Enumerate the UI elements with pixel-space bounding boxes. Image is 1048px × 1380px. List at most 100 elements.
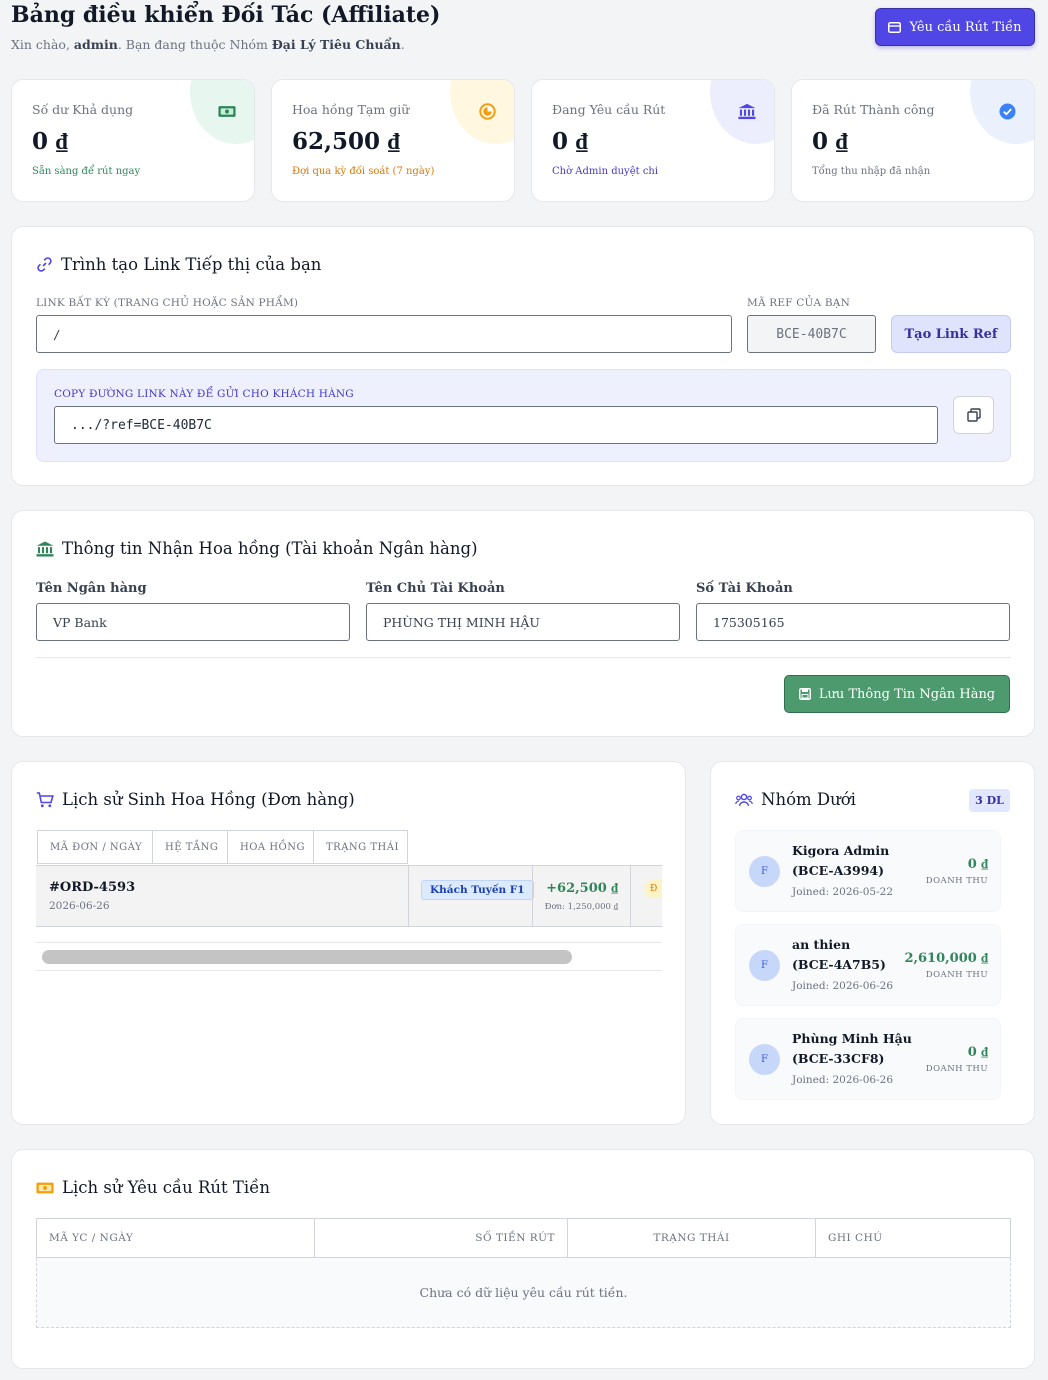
commission-table-scroll[interactable]: MÃ ĐƠN / NGÀY HỆ TẦNG HOA HỒNG TRẠNG THÁ… <box>36 830 662 980</box>
member-name: an thien (BCE-4A7B5) <box>792 937 886 972</box>
save-icon <box>798 688 811 700</box>
create-ref-link-button[interactable]: Tạo Link Ref <box>891 315 1011 353</box>
revenue-label: DOANH THU <box>925 970 988 980</box>
stat-value: 0 ₫ <box>552 128 588 155</box>
team-member[interactable]: F an thien (BCE-4A7B5) Joined: 2026-06-2… <box>735 924 1001 1006</box>
empty-state: Chưa có dữ liệu yêu cầu rút tiền. <box>36 1258 1011 1328</box>
scrollbar-thumb[interactable] <box>42 950 572 964</box>
cash-icon <box>218 102 236 120</box>
stat-value: 0 ₫ <box>812 128 848 155</box>
check-circle-icon <box>998 102 1016 120</box>
copy-icon <box>966 408 981 422</box>
bank-name-input[interactable]: VP Bank <box>36 603 350 641</box>
stat-card-available: Số dư Khả dụng 0 ₫ Sẵn sàng để rút ngay <box>11 79 255 202</box>
link-builder-card: Trình tạo Link Tiếp thị của bạn LINK BẤT… <box>11 226 1035 486</box>
save-bank-info-button[interactable]: Lưu Thông Tin Ngân Hàng <box>784 675 1010 713</box>
ref-code-field: BCE-40B7C <box>747 315 876 353</box>
stat-note: Sẵn sàng để rút ngay <box>32 166 141 177</box>
member-revenue: 0 ₫ <box>967 857 988 872</box>
column-header: TRẠNG THÁI <box>313 830 408 864</box>
column-header: SỐ TIỀN RÚT <box>314 1218 568 1258</box>
stat-note: Tổng thu nhập đã nhận <box>812 166 931 177</box>
withdraw-request-label: Yêu cầu Rút Tiền <box>909 19 1022 35</box>
team-member[interactable]: F Phùng Minh Hậu (BCE-33CF8) Joined: 202… <box>735 1018 1001 1100</box>
bank-icon <box>36 540 54 557</box>
status-badge: Đ <box>644 880 662 898</box>
withdraw-history-card: Lịch sử Yêu cầu Rút Tiền MÃ YC / NGÀY SỐ… <box>11 1149 1035 1369</box>
withdraw-request-button[interactable]: Yêu cầu Rút Tiền <box>875 8 1035 46</box>
any-link-input[interactable]: / <box>36 315 732 353</box>
revenue-label: DOANH THU <box>925 876 988 886</box>
account-holder-label: Tên Chủ Tài Khoản <box>366 581 505 596</box>
stat-card-pending: Hoa hồng Tạm giữ 62,500 ₫ Đợi qua kỳ đối… <box>271 79 515 202</box>
generated-link-box: COPY ĐƯỜNG LINK NÀY ĐỂ GỬI CHO KHÁCH HÀN… <box>36 369 1011 462</box>
avatar: F <box>749 950 780 981</box>
avatar: F <box>749 856 780 887</box>
stat-value: 0 ₫ <box>32 128 68 155</box>
order-date: 2026-06-26 <box>49 900 110 912</box>
clock-icon <box>478 102 496 120</box>
order-id: #ORD-4593 <box>49 880 136 895</box>
stat-label: Số dư Khả dụng <box>32 102 134 117</box>
member-name: Phùng Minh Hậu (BCE-33CF8) <box>792 1031 912 1066</box>
column-header: GHI CHÚ <box>815 1218 1011 1258</box>
page-title: Bảng điều khiển Đối Tác (Affiliate) <box>11 2 441 28</box>
stat-value: 62,500 ₫ <box>292 128 400 155</box>
member-name: Kigora Admin (BCE-A3994) <box>792 843 890 878</box>
team-card: Nhóm Dưới 3 DL F Kigora Admin (BCE-A3994… <box>710 761 1035 1125</box>
cash-icon <box>36 1182 54 1193</box>
any-link-label: LINK BẤT KỲ (TRANG CHỦ HOẶC SẢN PHẨM) <box>36 297 299 309</box>
bank-info-card: Thông tin Nhận Hoa hồng (Tài khoản Ngân … <box>11 510 1035 737</box>
member-joined: Joined: 2026-06-26 <box>792 980 894 992</box>
avatar: F <box>749 1044 780 1075</box>
stat-label: Đang Yêu cầu Rút <box>552 102 666 117</box>
commission-history-title: Lịch sử Sinh Hoa Hồng (Đơn hàng) <box>36 790 355 809</box>
generated-link-field[interactable]: .../?ref=BCE-40B7C <box>54 406 938 444</box>
team-member[interactable]: F Kigora Admin (BCE-A3994) Joined: 2026-… <box>735 830 1001 912</box>
users-icon <box>735 793 753 806</box>
account-holder-input[interactable]: PHÙNG THỊ MINH HẬU <box>366 603 680 641</box>
member-revenue: 2,610,000 ₫ <box>904 951 988 966</box>
stat-note: Chờ Admin duyệt chi <box>552 166 659 177</box>
member-joined: Joined: 2026-05-22 <box>792 886 894 898</box>
stat-note: Đợi qua kỳ đối soát (7 ngày) <box>292 166 435 177</box>
divider <box>36 657 1011 658</box>
page-subtitle: Xin chào, admin. Bạn đang thuộc Nhóm Đại… <box>11 37 405 52</box>
username: admin <box>73 37 118 52</box>
stat-label: Đã Rút Thành công <box>812 102 935 117</box>
copy-link-label: COPY ĐƯỜNG LINK NÀY ĐỂ GỬI CHO KHÁCH HÀN… <box>54 388 354 400</box>
column-header: MÃ ĐƠN / NGÀY <box>37 830 153 864</box>
group-name: Đại Lý Tiêu Chuẩn <box>271 37 401 52</box>
stat-label: Hoa hồng Tạm giữ <box>292 102 410 117</box>
team-count-badge: 3 DL <box>969 789 1010 812</box>
tier-badge: Khách Tuyến F1 <box>421 880 534 900</box>
link-builder-title: Trình tạo Link Tiếp thị của bạn <box>36 255 321 274</box>
bank-name-label: Tên Ngân hàng <box>36 581 147 596</box>
account-number-input[interactable]: 175305165 <box>696 603 1010 641</box>
team-title: Nhóm Dưới <box>735 790 856 809</box>
table-row: #ORD-4593 2026-06-26 Khách Tuyến F1 +62,… <box>36 865 662 927</box>
member-joined: Joined: 2026-06-26 <box>792 1074 894 1086</box>
withdraw-history-title: Lịch sử Yêu cầu Rút Tiền <box>36 1178 270 1197</box>
column-header: HOA HỒNG <box>227 830 314 864</box>
horizontal-scrollbar[interactable] <box>36 942 662 971</box>
copy-link-button[interactable] <box>953 396 994 434</box>
withdraw-table: MÃ YC / NGÀY SỐ TIỀN RÚT TRẠNG THÁI GHI … <box>36 1218 1011 1330</box>
commission-history-card: Lịch sử Sinh Hoa Hồng (Đơn hàng) MÃ ĐƠN … <box>11 761 686 1125</box>
bank-icon <box>738 102 756 120</box>
order-total: Đơn: 1,250,000 ₫ <box>544 902 618 912</box>
stat-card-requesting: Đang Yêu cầu Rút 0 ₫ Chờ Admin duyệt chi <box>531 79 775 202</box>
wallet-icon <box>888 21 902 33</box>
revenue-label: DOANH THU <box>925 1064 988 1074</box>
account-number-label: Số Tài Khoản <box>696 581 793 596</box>
column-header: TRẠNG THÁI <box>567 1218 816 1258</box>
ref-code-label: MÃ REF CỦA BẠN <box>747 297 850 309</box>
commission-amount: +62,500 ₫ <box>546 881 618 896</box>
column-header: HỆ TẦNG <box>152 830 228 864</box>
member-revenue: 0 ₫ <box>967 1045 988 1060</box>
stat-card-withdrawn: Đã Rút Thành công 0 ₫ Tổng thu nhập đã n… <box>791 79 1035 202</box>
link-icon <box>37 257 52 272</box>
column-header: MÃ YC / NGÀY <box>36 1218 315 1258</box>
cart-icon <box>36 791 54 807</box>
bank-info-title: Thông tin Nhận Hoa hồng (Tài khoản Ngân … <box>36 539 478 558</box>
